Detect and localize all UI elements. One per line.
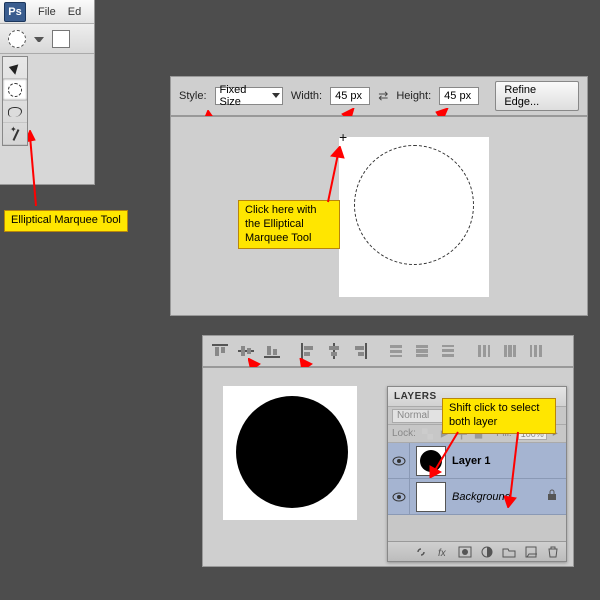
lock-label: Lock: — [392, 428, 416, 439]
toolbox — [2, 56, 28, 146]
new-layer-icon[interactable] — [524, 545, 538, 559]
magic-wand-icon — [8, 127, 22, 141]
distribute-vcenter-icon[interactable] — [411, 341, 433, 361]
elliptical-marquee-tool[interactable] — [3, 79, 27, 101]
elliptical-marquee-icon — [8, 83, 22, 97]
active-tool-icon[interactable] — [8, 30, 26, 48]
visibility-toggle-layer1[interactable] — [388, 443, 410, 479]
layer-row-background[interactable]: Background — [388, 479, 566, 515]
swap-dimensions-icon[interactable]: ⇄ — [378, 89, 388, 103]
menu-file[interactable]: File — [38, 6, 56, 18]
lasso-icon — [8, 107, 22, 117]
distribute-right-icon[interactable] — [525, 341, 547, 361]
lasso-tool[interactable] — [3, 101, 27, 123]
align-right-icon[interactable] — [349, 341, 371, 361]
menubar: Ps File Ed — [0, 0, 94, 24]
panel-icon[interactable] — [52, 30, 70, 48]
arrow-to-marquee-tool-icon — [28, 130, 68, 210]
distribute-top-icon[interactable] — [385, 341, 407, 361]
distribute-bottom-icon[interactable] — [437, 341, 459, 361]
menu-edit[interactable]: Ed — [68, 6, 81, 18]
height-label: Height: — [396, 90, 431, 102]
svg-text:fx: fx — [438, 548, 447, 559]
arrow-to-canvas-click-icon — [322, 146, 352, 206]
arrow-to-background-icon — [504, 428, 534, 508]
annotation-click-hint: Click here with the Elliptical Marquee T… — [238, 200, 340, 249]
height-input[interactable]: 45 px — [439, 87, 479, 105]
black-circle-shape — [236, 396, 348, 508]
style-select[interactable]: Fixed Size — [215, 87, 283, 105]
refine-edge-button[interactable]: Refine Edge... — [495, 81, 579, 111]
canvas-panel-1: + — [170, 116, 588, 316]
delete-layer-icon[interactable] — [546, 545, 560, 559]
distribute-left-icon[interactable] — [473, 341, 495, 361]
move-cursor-icon — [8, 61, 21, 74]
options-bar-fragment — [0, 24, 94, 54]
layer-row-layer1[interactable]: Layer 1 — [388, 443, 566, 479]
background-lock-icon — [546, 489, 558, 504]
move-tool[interactable] — [3, 57, 27, 79]
link-layers-icon[interactable] — [414, 545, 428, 559]
document-canvas-2[interactable] — [223, 386, 357, 520]
new-group-icon[interactable] — [502, 545, 516, 559]
layer-thumbnail-background[interactable] — [416, 482, 446, 512]
align-top-icon[interactable] — [209, 341, 231, 361]
adjustment-layer-icon[interactable] — [480, 545, 494, 559]
layers-panel-footer: fx — [388, 541, 566, 561]
layer-mask-icon[interactable] — [458, 545, 472, 559]
width-input[interactable]: 45 px — [330, 87, 370, 105]
arrow-to-layer1-icon — [428, 428, 468, 478]
crosshair-cursor-icon: + — [339, 129, 347, 145]
layer-name-background[interactable]: Background — [452, 491, 511, 503]
layer-style-icon[interactable]: fx — [436, 545, 450, 559]
style-label: Style: — [179, 90, 207, 102]
magic-wand-tool[interactable] — [3, 123, 27, 145]
width-label: Width: — [291, 90, 322, 102]
distribute-hcenter-icon[interactable] — [499, 341, 521, 361]
elliptical-selection-marquee — [354, 145, 474, 265]
annotation-tool-label: Elliptical Marquee Tool — [4, 210, 128, 232]
document-canvas[interactable]: + — [339, 137, 489, 297]
tool-preset-dropdown-icon[interactable] — [34, 35, 44, 43]
ps-logo-icon: Ps — [4, 2, 26, 22]
visibility-toggle-background[interactable] — [388, 479, 410, 515]
